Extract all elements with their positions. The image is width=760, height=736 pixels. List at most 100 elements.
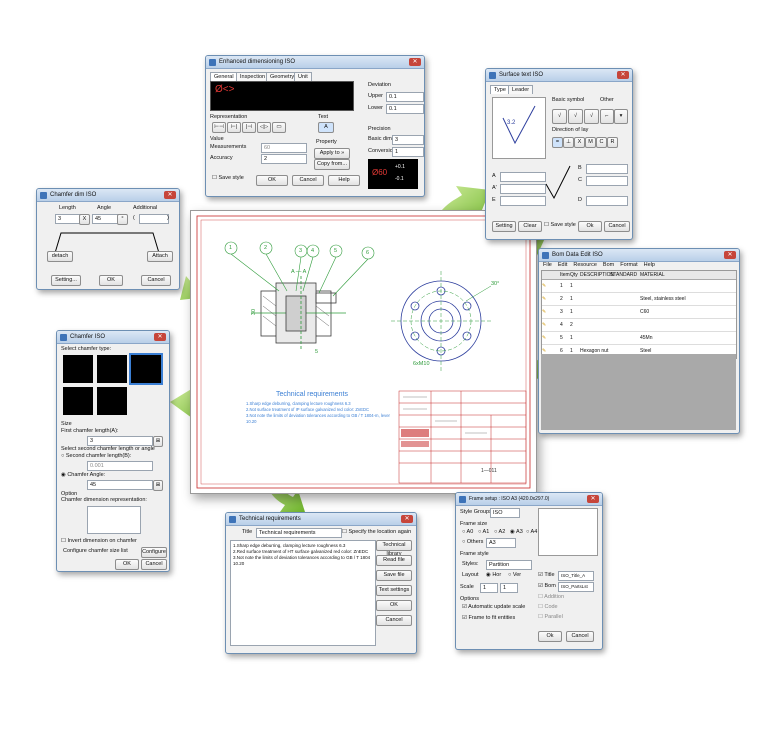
copy-from-button[interactable]: Copy from... [314, 159, 350, 170]
field-e[interactable] [500, 196, 546, 206]
others-select[interactable]: A3 [486, 538, 516, 548]
cancel-button[interactable]: Cancel [566, 631, 594, 642]
layout-hor-radio[interactable]: ◉ Hor [486, 572, 501, 578]
size-a4-radio[interactable]: ○ A4 [526, 529, 537, 535]
specify-checkbox[interactable]: ☐ Specify the location again [342, 529, 411, 535]
bom-template-select[interactable]: ISO_PartsLst [558, 582, 594, 592]
title-template-select[interactable]: ISO_Title_A [558, 571, 594, 581]
technical-library-button[interactable]: Technical library [376, 540, 412, 557]
close-button[interactable]: ✕ [154, 333, 166, 341]
lay-button-3[interactable]: X [574, 137, 585, 148]
setting-button[interactable]: Setting... [51, 275, 81, 286]
ok-button[interactable]: OK [256, 175, 288, 186]
invert-checkbox[interactable]: ☐ Invert dimension on chamfer [61, 538, 137, 544]
addition-checkbox[interactable]: ☐ Addition [538, 594, 564, 600]
cancel-button[interactable]: Cancel [604, 221, 630, 232]
length-field[interactable]: 3 [55, 214, 81, 224]
tab-inspection[interactable]: Inspection [236, 72, 270, 81]
tab-general[interactable]: General [210, 72, 238, 81]
close-button[interactable]: ✕ [409, 58, 421, 66]
table-row[interactable]: ✎ 3 1 C60 [542, 306, 736, 319]
cancel-button[interactable]: Cancel [292, 175, 324, 186]
menu-bom[interactable]: Bom [603, 261, 614, 269]
menu-help[interactable]: Help [644, 261, 655, 269]
ok-button[interactable]: OK [99, 275, 123, 286]
second-length-field[interactable]: 0.001 [87, 461, 153, 471]
size-a3-radio[interactable]: ◉ A3 [510, 529, 523, 535]
second-length-radio[interactable]: ○ Second chamfer length(B): [61, 453, 131, 459]
code-checkbox[interactable]: ☐ Code [538, 604, 558, 610]
rep-button-1[interactable]: ⊢⊣ [212, 122, 226, 133]
tab-leader[interactable]: Leader [508, 85, 534, 94]
style-groups-select[interactable]: ISO [490, 508, 520, 518]
cad-drawing-sheet[interactable]: 1 2 3 4 5 6 A — A 30 5 30° 6xM10 Technic… [190, 210, 537, 494]
lay-button-5[interactable]: C [596, 137, 607, 148]
close-button[interactable]: ✕ [617, 71, 629, 79]
menu-resource[interactable]: Resource [573, 261, 597, 269]
angle-field[interactable]: 45 [92, 214, 120, 224]
frame-fit-checkbox[interactable]: ☑ Frame to fit entities [462, 615, 515, 621]
text-align-button[interactable]: A [318, 122, 334, 133]
title-checkbox[interactable]: ☑ Title [538, 572, 555, 578]
title-field[interactable]: Technical requirements [256, 528, 342, 538]
other-button-2[interactable]: ▾ [614, 109, 628, 124]
lay-button-4[interactable]: M [585, 137, 596, 148]
chamfer-type-2[interactable] [97, 355, 127, 383]
cancel-button[interactable]: Cancel [376, 615, 412, 626]
dimension-text-box[interactable]: Ø<> [210, 81, 354, 111]
frame-setup-dialog[interactable]: Frame setup : ISO A3 (420.0x297.0) ✕ Styl… [455, 492, 603, 650]
read-file-button[interactable]: Read file [376, 555, 412, 566]
other-button-1[interactable]: ⌐ [600, 109, 614, 124]
ok-button[interactable]: Ok [538, 631, 562, 642]
ok-button[interactable]: Ok [578, 221, 602, 232]
close-button[interactable]: ✕ [401, 515, 413, 523]
field-a2[interactable] [500, 184, 546, 194]
detach-left-button[interactable]: detach [47, 251, 73, 262]
chamfer-type-5[interactable] [97, 387, 127, 415]
scale-b-field[interactable]: 1 [500, 583, 518, 593]
field-c[interactable] [586, 176, 628, 186]
table-row[interactable]: ✎ 1 1 [542, 280, 736, 293]
angle-pick-button[interactable]: ⊞ [153, 480, 163, 491]
menu-edit[interactable]: Edit [558, 261, 567, 269]
tab-unit[interactable]: Unit [294, 72, 312, 81]
ok-button[interactable]: OK [115, 559, 139, 570]
bom-data-dialog[interactable]: Bom Data Edit ISO ✕ File Edit Resource Bo… [538, 248, 740, 434]
scale-a-field[interactable]: 1 [480, 583, 498, 593]
surface-text-dialog[interactable]: Surface text ISO ✕ Type Leader 3.2 Basic … [485, 68, 633, 240]
clear-button[interactable]: Clear [518, 221, 542, 232]
others-radio[interactable]: ○ Others [462, 539, 483, 545]
tab-type[interactable]: Type [490, 85, 510, 94]
save-file-button[interactable]: Save file [376, 570, 412, 581]
symbol-no-removal-button[interactable]: √ [584, 109, 599, 124]
size-a0-radio[interactable]: ○ A0 [462, 529, 473, 535]
rep-button-3[interactable]: |⊣ [242, 122, 256, 133]
lower-field[interactable]: 0.1 [386, 104, 424, 114]
rep-button-2[interactable]: ⊢| [227, 122, 241, 133]
size-a2-radio[interactable]: ○ A2 [494, 529, 505, 535]
chamfer-type-4[interactable] [63, 387, 93, 415]
text-settings-button[interactable]: Text settings [376, 585, 412, 596]
first-length-field[interactable]: 3 [87, 436, 153, 446]
styles-select[interactable]: Partition [486, 560, 532, 570]
bom-checkbox[interactable]: ☑ Bom [538, 583, 556, 589]
field-b[interactable] [586, 164, 628, 174]
close-button[interactable]: ✕ [587, 495, 599, 503]
attach-right-button[interactable]: Attach [147, 251, 173, 262]
chamfer-angle-field[interactable]: 45 [87, 480, 153, 490]
multiply-button[interactable]: X [79, 214, 90, 225]
table-row[interactable]: ✎ 2 1 Steel, stainless steel [542, 293, 736, 306]
menu-format[interactable]: Format [620, 261, 637, 269]
auto-update-checkbox[interactable]: ☑ Automatic update scale [462, 604, 525, 610]
additional-field[interactable] [139, 214, 169, 224]
setting-button[interactable]: Setting [492, 221, 516, 232]
accuracy-field[interactable]: 2 [261, 154, 307, 164]
chamfer-type-1[interactable] [63, 355, 93, 383]
chamfer-dim-dialog[interactable]: Chamfer dim ISO ✕ Length Angle Additional… [36, 188, 180, 290]
chamfer-angle-radio[interactable]: ◉ Chamfer Angle: [61, 472, 105, 478]
save-style-checkbox[interactable]: ☐ Save style [212, 175, 244, 181]
rep-button-4[interactable]: ◁▷ [257, 122, 271, 133]
parallel-checkbox[interactable]: ☐ Parallel [538, 614, 563, 620]
field-a[interactable] [500, 172, 546, 182]
lay-button-6[interactable]: R [607, 137, 618, 148]
